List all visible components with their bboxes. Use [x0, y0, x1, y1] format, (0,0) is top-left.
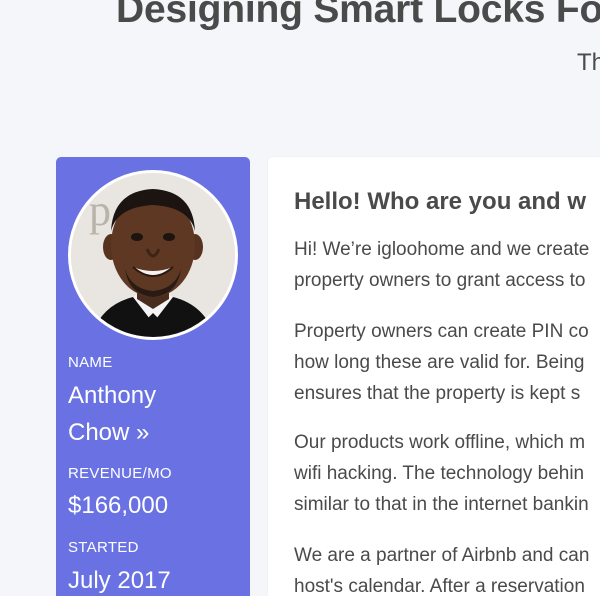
paragraph-1: Hi! We’re igloohome and we create proper… [294, 234, 589, 296]
started-value: July 2017 [68, 567, 171, 594]
paragraph-line: We are a partner of Airbnb and can [294, 545, 590, 566]
paragraph-line: Property owners can create PIN co [294, 321, 589, 342]
paragraph-line: wifi hacking. The technology behin [294, 463, 585, 484]
founder-photo-icon: p [71, 173, 235, 337]
interview-card: Hello! Who are you and w Hi! We’re igloo… [268, 157, 600, 596]
paragraph-line: how long these are valid for. Being [294, 352, 585, 373]
svg-text:p: p [89, 186, 111, 235]
founder-name-link[interactable]: Chow » [68, 414, 149, 451]
name-line-1: Anthony [68, 382, 157, 409]
paragraph-line: similar to that in the internet bankin [294, 494, 589, 515]
page-title: Designing Smart Locks Fo [116, 0, 600, 31]
founder-sidebar: p NAME Anthony Chow » REVENUE/MO $166,00… [56, 157, 250, 596]
interview-page: Designing Smart Locks Fo Th p NAME Antho… [0, 0, 600, 596]
page-subtitle: Th [577, 49, 600, 76]
avatar: p [68, 170, 238, 340]
paragraph-line: host's calendar. After a reservation [294, 576, 585, 596]
paragraph-line: property owners to grant access to [294, 270, 586, 291]
paragraph-line: Hi! We’re igloohome and we create [294, 239, 590, 260]
started-label: STARTED [68, 539, 139, 556]
question-heading: Hello! Who are you and w [294, 188, 587, 215]
paragraph-4: We are a partner of Airbnb and can host'… [294, 540, 589, 596]
paragraph-3: Our products work offline, which m wifi … [294, 427, 589, 520]
paragraph-line: ensures that the property is kept s [294, 383, 581, 404]
paragraph-2: Property owners can create PIN co how lo… [294, 316, 589, 409]
name-label: NAME [68, 354, 113, 371]
revenue-label: REVENUE/MO [68, 465, 172, 482]
revenue-value: $166,000 [68, 492, 169, 519]
paragraph-line: Our products work offline, which m [294, 432, 586, 453]
